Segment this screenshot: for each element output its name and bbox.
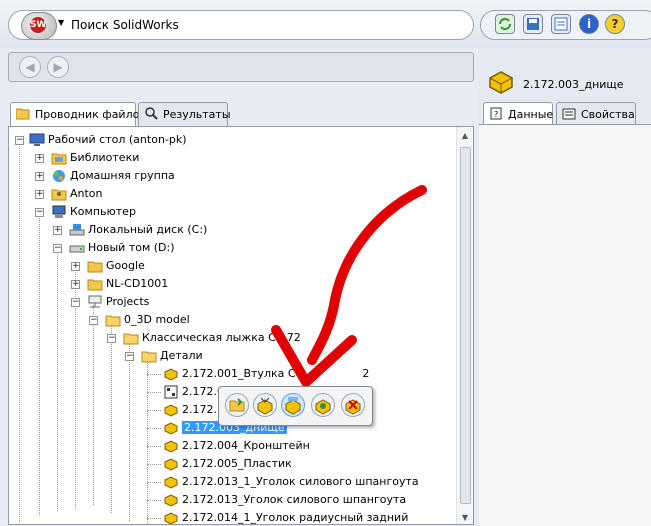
delete-icon bbox=[345, 399, 361, 415]
remove-part-button[interactable] bbox=[341, 393, 365, 417]
annotation-arrow bbox=[271, 185, 427, 387]
insert-part-icon bbox=[257, 397, 273, 415]
open-folder-icon bbox=[229, 398, 245, 412]
open-part-button[interactable] bbox=[281, 393, 305, 417]
insert-part-button[interactable] bbox=[253, 393, 277, 417]
quick-actions-popup bbox=[218, 386, 373, 426]
replace-part-icon bbox=[315, 399, 331, 415]
open-part-icon bbox=[285, 397, 301, 415]
replace-part-button[interactable] bbox=[311, 393, 335, 417]
open-folder-button[interactable] bbox=[225, 393, 249, 417]
